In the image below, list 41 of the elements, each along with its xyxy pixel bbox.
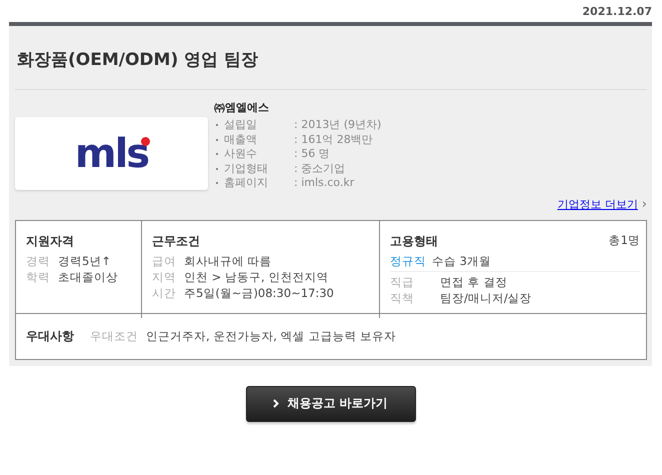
- apply-button[interactable]: 채용공고 바로가기: [246, 386, 416, 422]
- field-label: 급여: [152, 252, 176, 268]
- job-title: 화장품(OEM/ODM) 영업 팀장: [15, 26, 647, 90]
- field-value: 초대졸이상: [58, 268, 118, 284]
- field-value: 경력5년↑: [58, 252, 111, 268]
- employment-type: 정규직: [390, 252, 426, 268]
- posting-date: 2021.12.07: [582, 4, 652, 18]
- chevron-icon: [273, 399, 280, 408]
- field-label: 시간: [152, 284, 176, 300]
- field-value: 면접 후 결정: [440, 274, 508, 290]
- fact-value: : 2013년 (9년차): [294, 118, 382, 132]
- field-label: 직급: [390, 274, 414, 290]
- field-label: 경력: [26, 252, 50, 268]
- field-value: 팀장/매니저/실장: [440, 290, 532, 306]
- section-heading: 고용형태: [390, 232, 438, 250]
- chevron-icon: ›: [642, 196, 647, 212]
- field-value: 인천 > 남동구, 인천전지역: [184, 268, 328, 284]
- company-logo: mls: [15, 117, 208, 190]
- fact-label: 매출액: [224, 132, 258, 147]
- fact-label: 사원수: [224, 147, 258, 162]
- field-label: 직책: [390, 290, 414, 306]
- section-heading: 우대사항: [26, 328, 74, 344]
- fact-value: : 중소기업: [294, 162, 346, 176]
- field-value: 주5일(월~금)08:30~17:30: [184, 284, 334, 300]
- section-heading: 근무조건: [152, 232, 201, 250]
- field-label: 지역: [152, 268, 176, 284]
- company-info-link[interactable]: 기업정보 더보기: [557, 196, 638, 212]
- fact-label: 기업형태: [224, 162, 269, 176]
- field-value: 회사내규에 따름: [184, 252, 272, 268]
- fact-label: 설립일: [224, 118, 258, 132]
- section-heading: 지원자격: [26, 232, 75, 250]
- field-label: 학력: [26, 268, 50, 284]
- fact-value: : 161억 28백만: [294, 132, 373, 147]
- headcount: 총1명: [608, 232, 640, 248]
- field-label: 우대조건: [90, 328, 138, 344]
- field-value: 수습 3개월: [432, 252, 491, 268]
- fact-label: 홈페이지: [224, 176, 269, 190]
- fact-value: : imls.co.kr: [294, 176, 354, 190]
- company-name: ㈜엠엘에스: [214, 100, 270, 115]
- fact-value: : 56 명: [294, 147, 330, 162]
- field-value: 인근거주자, 운전가능자, 엑셀 고급능력 보유자: [146, 328, 396, 344]
